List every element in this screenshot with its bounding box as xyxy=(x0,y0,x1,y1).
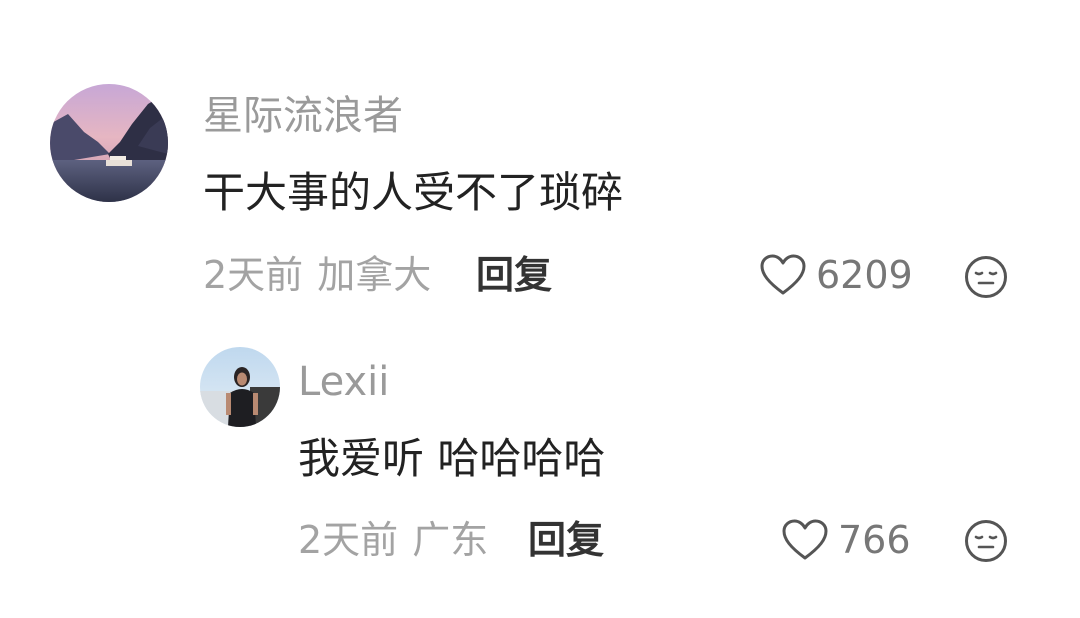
neutral-face-icon xyxy=(965,520,1007,562)
heart-icon xyxy=(760,254,806,295)
username[interactable]: Lexii xyxy=(298,362,389,402)
neutral-face-icon xyxy=(965,256,1007,298)
landscape-avatar-image xyxy=(50,84,168,202)
reply-button[interactable]: 回复 xyxy=(476,256,552,294)
comment-meta: 2天前 加拿大 xyxy=(203,256,431,294)
comment-time: 2天前 xyxy=(298,518,399,562)
username[interactable]: 星际流浪者 xyxy=(203,96,403,136)
comment-meta: 2天前 广东 xyxy=(298,521,488,559)
like-button[interactable]: 766 xyxy=(782,519,911,561)
like-button[interactable]: 6209 xyxy=(760,254,913,296)
comment-location: 广东 xyxy=(412,518,489,562)
reaction-button[interactable] xyxy=(964,255,1008,303)
like-count: 6209 xyxy=(816,253,913,297)
comment-text: 干大事的人受不了琐碎 xyxy=(203,168,624,217)
comment-location: 加拿大 xyxy=(317,253,432,297)
user-avatar[interactable] xyxy=(200,347,280,427)
heart-icon xyxy=(782,519,828,560)
comment-time: 2天前 xyxy=(203,253,304,297)
user-avatar[interactable] xyxy=(50,84,168,202)
like-count: 766 xyxy=(838,518,911,562)
person-avatar-image xyxy=(200,347,280,427)
reply-button[interactable]: 回复 xyxy=(528,521,604,559)
reaction-button[interactable] xyxy=(964,519,1008,567)
comment-text: 我爱听 哈哈哈哈 xyxy=(298,434,606,483)
